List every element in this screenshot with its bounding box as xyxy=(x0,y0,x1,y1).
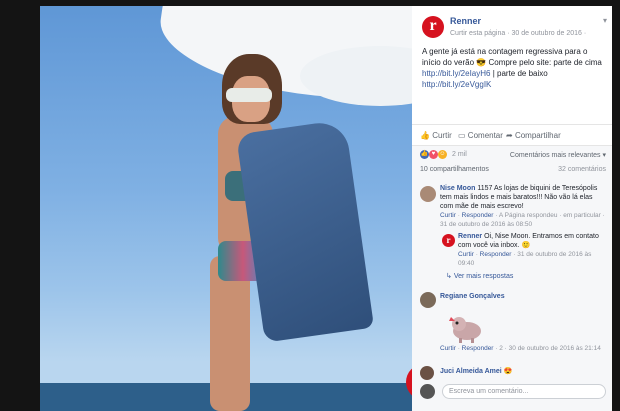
post-link-2[interactable]: http://bit.ly/2eVggIK xyxy=(422,80,491,89)
like-reaction-icon: 👍 xyxy=(420,150,429,159)
post-sidebar: r Renner Curtir esta página · 30 de outu… xyxy=(412,6,612,411)
post-text-2: Compre pelo site: parte de cima xyxy=(488,58,602,67)
comment-meta-row: Curtir · Responder · 2 · 30 de outubro d… xyxy=(440,344,606,353)
comment-item: Regiane Gonçalves xyxy=(440,292,606,301)
comment-sort-dropdown[interactable]: Comentários mais relevantes ▾ xyxy=(510,151,606,159)
comment-count[interactable]: 32 comentários xyxy=(558,166,606,173)
share-button[interactable]: ➦ Compartilhar xyxy=(506,131,561,140)
comment-reply-link[interactable]: Responder xyxy=(462,212,494,219)
more-replies-label: Ver mais respostas xyxy=(453,273,514,280)
share-count[interactable]: 10 compartilhamentos xyxy=(420,166,489,173)
reply-arrow-icon: ↳ xyxy=(446,273,452,280)
comment-author[interactable]: Regiane Gonçalves xyxy=(440,293,505,300)
thumbs-up-icon: 👍 xyxy=(420,131,430,140)
comment-author[interactable]: Nise Moon xyxy=(440,185,475,192)
comment-icon: ▭ xyxy=(458,131,466,140)
reply-like-link[interactable]: Curtir xyxy=(458,251,474,258)
comment-like-link[interactable]: Curtir xyxy=(440,212,456,219)
share-icon: ➦ xyxy=(506,131,513,140)
smile-emoji-icon: 🙂 xyxy=(521,242,531,249)
comment-meta: Curtir · Responder · 2 · 30 de outubro d… xyxy=(440,345,601,352)
page-name[interactable]: Renner xyxy=(450,16,481,26)
share-count-bar: 10 compartilhamentos 32 comentários xyxy=(420,166,606,173)
reactions-bar: 👍 ♥ ☺ 2 mil Comentários mais relevantes … xyxy=(420,146,606,164)
reply-item: Renner Oi, Nise Moon. Entramos em contat… xyxy=(458,232,606,268)
reply-reply-link[interactable]: Responder xyxy=(480,251,512,258)
avatar xyxy=(420,384,435,399)
avatar[interactable] xyxy=(420,186,436,202)
comment-item: Juci Almeida Amei 😍 xyxy=(440,367,606,376)
reaction-count[interactable]: 2 mil xyxy=(452,151,467,158)
post-actions: 👍 Curtir ▭ Comentar ➦ Compartilhar xyxy=(412,124,612,146)
page-avatar[interactable]: r xyxy=(422,16,444,38)
like-button[interactable]: 👍 Curtir xyxy=(420,131,452,140)
comment-meta-rest: · 2 · 30 de outubro de 2016 às 21:14 xyxy=(493,345,601,352)
post-link-1[interactable]: http://bit.ly/2eIayH6 xyxy=(422,69,490,78)
comment-label: Comentar xyxy=(467,131,503,140)
comment-composer: Escreva um comentário... xyxy=(420,382,606,402)
avatar[interactable]: r xyxy=(442,234,455,247)
screenshot-frame: r r Renner Curtir esta página · 30 de ou… xyxy=(0,0,620,411)
comment-button[interactable]: ▭ Comentar xyxy=(458,131,503,140)
reply-meta-rest: · 31 de outubro de 2016 às 09:40 xyxy=(458,251,592,267)
wow-reaction-icon: ☺ xyxy=(437,150,447,159)
comment-item: Nise Moon 1157 As lojas de biquini de Te… xyxy=(440,184,606,229)
comment-reply-link[interactable]: Responder xyxy=(462,345,494,352)
chevron-down-icon[interactable]: ▾ xyxy=(603,16,607,25)
like-label: Curtir xyxy=(432,131,452,140)
post-photo[interactable]: r xyxy=(40,6,412,411)
avatar[interactable] xyxy=(420,366,434,380)
sunglasses-emoji-icon: 😎 xyxy=(476,58,487,67)
post-text-3: | parte de baixo xyxy=(490,69,548,78)
sticker-image xyxy=(449,317,481,343)
reply-author[interactable]: Renner xyxy=(458,233,482,240)
page-subline[interactable]: Curtir esta página · 30 de outubro de 20… xyxy=(450,30,586,37)
comment-input-placeholder: Escreva um comentário... xyxy=(449,388,529,395)
reply-meta: Curtir · Responder · 31 de outubro de 20… xyxy=(458,251,592,267)
comment-meta: Curtir · Responder · A Página respondeu … xyxy=(440,212,605,228)
heart-eyes-emoji-icon: 😍 xyxy=(503,368,513,375)
post-header: r Renner Curtir esta página · 30 de outu… xyxy=(422,14,607,44)
sunglasses xyxy=(226,88,272,102)
love-reaction-icon: ♥ xyxy=(428,150,438,159)
avatar[interactable] xyxy=(420,292,436,308)
more-replies-link[interactable]: ↳ Ver mais respostas xyxy=(446,272,513,281)
comment-input[interactable]: Escreva um comentário... xyxy=(442,384,606,399)
share-label: Compartilhar xyxy=(514,131,561,140)
comment-like-link[interactable]: Curtir xyxy=(440,345,456,352)
comment-author[interactable]: Juci Almeida Amei xyxy=(440,368,502,375)
denim-jacket xyxy=(235,119,375,343)
reaction-icons[interactable]: 👍 ♥ ☺ xyxy=(420,150,447,159)
post-text: A gente já está na contagem regressiva p… xyxy=(422,46,604,90)
